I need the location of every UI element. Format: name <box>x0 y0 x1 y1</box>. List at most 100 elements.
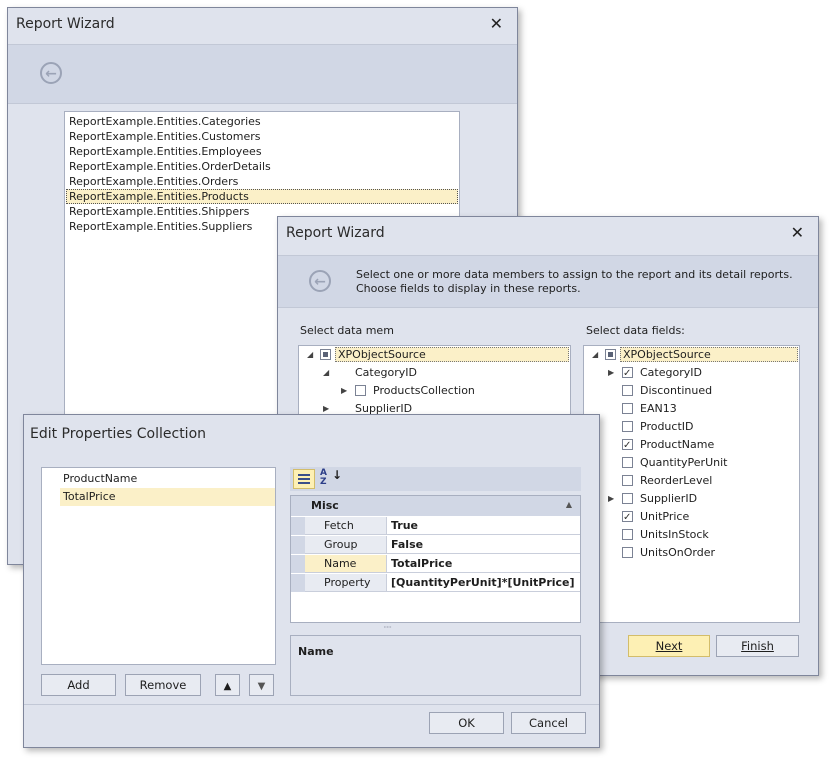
property-value[interactable]: True <box>387 517 580 535</box>
property-row[interactable]: Fetch True <box>291 517 580 535</box>
window-title: Report Wizard <box>286 225 385 241</box>
move-up-button[interactable]: ▲ <box>215 674 240 696</box>
property-row[interactable]: Group False <box>291 536 580 554</box>
checkbox-partial[interactable] <box>320 349 331 360</box>
next-button[interactable]: Next <box>628 635 710 657</box>
expand-arrow-icon[interactable]: ◢ <box>592 346 598 364</box>
checkbox[interactable] <box>622 547 633 558</box>
list-item[interactable]: ReportExample.Entities.Orders <box>65 174 459 189</box>
close-icon[interactable]: ✕ <box>791 223 804 242</box>
expand-arrow-icon[interactable]: ◢ <box>307 346 313 364</box>
collapse-icon[interactable]: ▲ <box>566 500 572 509</box>
property-row[interactable]: Property [QuantityPerUnit]*[UnitPrice] <box>291 574 580 592</box>
remove-button[interactable]: Remove <box>125 674 201 696</box>
row-gutter <box>291 574 305 592</box>
checkbox[interactable] <box>622 385 633 396</box>
arrow-up-icon: ▲ <box>223 681 232 692</box>
category-label: Misc <box>311 499 339 512</box>
category-row[interactable]: Misc ▲ <box>291 496 580 516</box>
back-arrow-icon[interactable]: ← <box>309 270 331 292</box>
checkbox[interactable] <box>622 529 633 540</box>
node-label: CategoryID <box>640 366 702 379</box>
checkbox[interactable] <box>622 475 633 486</box>
property-grid[interactable]: Misc ▲ Fetch True Group False Name TotalPrice… <box>290 495 581 623</box>
node-label: SupplierID <box>640 492 698 505</box>
property-name: Name <box>305 555 387 573</box>
categorized-view-icon[interactable] <box>293 469 315 489</box>
fields-label: Select data fields: <box>586 324 685 337</box>
node-label: UnitsInStock <box>640 528 709 541</box>
node-label: ProductsCollection <box>373 384 475 397</box>
arrow-down-icon: ▼ <box>257 681 266 692</box>
node-label: ProductID <box>640 420 694 433</box>
property-value[interactable]: False <box>387 536 580 554</box>
row-gutter <box>291 536 305 554</box>
node-label: ReorderLevel <box>640 474 713 487</box>
title-bar[interactable]: Report Wizard ✕ <box>278 217 818 253</box>
checkbox[interactable] <box>622 403 633 414</box>
splitter-handle[interactable]: ····· <box>372 623 402 632</box>
list-item[interactable]: ReportExample.Entities.Customers <box>65 129 459 144</box>
description-panel: Name <box>290 635 581 696</box>
property-value[interactable]: TotalPrice <box>387 555 580 573</box>
wizard-header: ← <box>8 44 517 104</box>
list-item[interactable]: ReportExample.Entities.Employees <box>65 144 459 159</box>
title-bar[interactable]: Edit Properties Collection <box>24 415 599 451</box>
checkbox-partial[interactable] <box>605 349 616 360</box>
checkbox[interactable] <box>622 421 633 432</box>
checkbox[interactable] <box>622 493 633 504</box>
property-name: Fetch <box>305 517 387 535</box>
property-name: Property <box>305 574 387 592</box>
list-item[interactable]: ReportExample.Entities.OrderDetails <box>65 159 459 174</box>
ok-button[interactable]: OK <box>429 712 504 734</box>
property-value[interactable]: [QuantityPerUnit]*[UnitPrice] <box>387 574 580 592</box>
description-title: Name <box>298 645 334 658</box>
checkbox-checked[interactable] <box>622 509 633 527</box>
close-icon[interactable]: ✕ <box>490 14 503 33</box>
list-item-selected[interactable]: TotalPrice <box>60 488 275 506</box>
expand-arrow-icon[interactable]: ▶ <box>608 364 614 382</box>
list-item-selected[interactable]: ReportExample.Entities.Products <box>66 189 458 204</box>
members-label: Select data mem <box>300 324 394 337</box>
move-down-button[interactable]: ▼ <box>249 674 274 696</box>
checkbox[interactable] <box>622 457 633 468</box>
expand-arrow-icon[interactable]: ◢ <box>323 364 329 382</box>
window-title: Report Wizard <box>16 16 115 32</box>
node-label: CategoryID <box>355 366 417 379</box>
sort-alphabetical-icon[interactable]: A Z ↓ <box>320 469 342 489</box>
title-bar[interactable]: Report Wizard ✕ <box>8 8 517 44</box>
checkbox-checked[interactable] <box>622 365 633 383</box>
node-label: XPObjectSource <box>620 347 798 362</box>
data-fields-tree[interactable]: ◢ XPObjectSource ▶ CategoryID Discontinued… <box>583 345 800 623</box>
node-label: EAN13 <box>640 402 677 415</box>
node-label: QuantityPerUnit <box>640 456 728 469</box>
node-label: ProductName <box>640 438 715 451</box>
node-label: XPObjectSource <box>335 347 569 362</box>
node-label: UnitPrice <box>640 510 690 523</box>
footer-divider <box>24 704 599 705</box>
checkbox[interactable] <box>355 385 366 396</box>
finish-button[interactable]: Finish <box>716 635 799 657</box>
checkbox-checked[interactable] <box>622 437 633 455</box>
add-button[interactable]: Add <box>41 674 116 696</box>
tree-node-root[interactable]: ◢ XPObjectSource <box>299 346 570 364</box>
property-name: Group <box>305 536 387 554</box>
list-item[interactable]: ProductName <box>42 470 275 488</box>
property-grid-toolbar: A Z ↓ <box>290 467 581 491</box>
description-line-1: Select one or more data members to assig… <box>356 268 793 281</box>
tree-node-root[interactable]: ◢ XPObjectSource <box>584 346 799 364</box>
expand-arrow-icon[interactable]: ▶ <box>608 490 614 508</box>
collapse-arrow-icon[interactable]: ▶ <box>341 382 347 400</box>
window-title: Edit Properties Collection <box>30 426 207 442</box>
cancel-button[interactable]: Cancel <box>511 712 586 734</box>
data-members-tree[interactable]: ◢ XPObjectSource ◢ CategoryID ▶ Products… <box>298 345 571 425</box>
property-row[interactable]: Name TotalPrice <box>291 555 580 573</box>
wizard-header: ← Select one or more data members to ass… <box>278 255 818 308</box>
properties-list[interactable]: ProductName TotalPrice <box>41 467 276 665</box>
list-item[interactable]: ReportExample.Entities.Categories <box>65 114 459 129</box>
row-gutter <box>291 517 305 535</box>
finish-label: Finish <box>741 639 774 653</box>
edit-properties-collection-window: Edit Properties Collection ProductName T… <box>23 414 600 748</box>
node-label: UnitsOnOrder <box>640 546 716 559</box>
back-arrow-icon[interactable]: ← <box>40 62 62 84</box>
